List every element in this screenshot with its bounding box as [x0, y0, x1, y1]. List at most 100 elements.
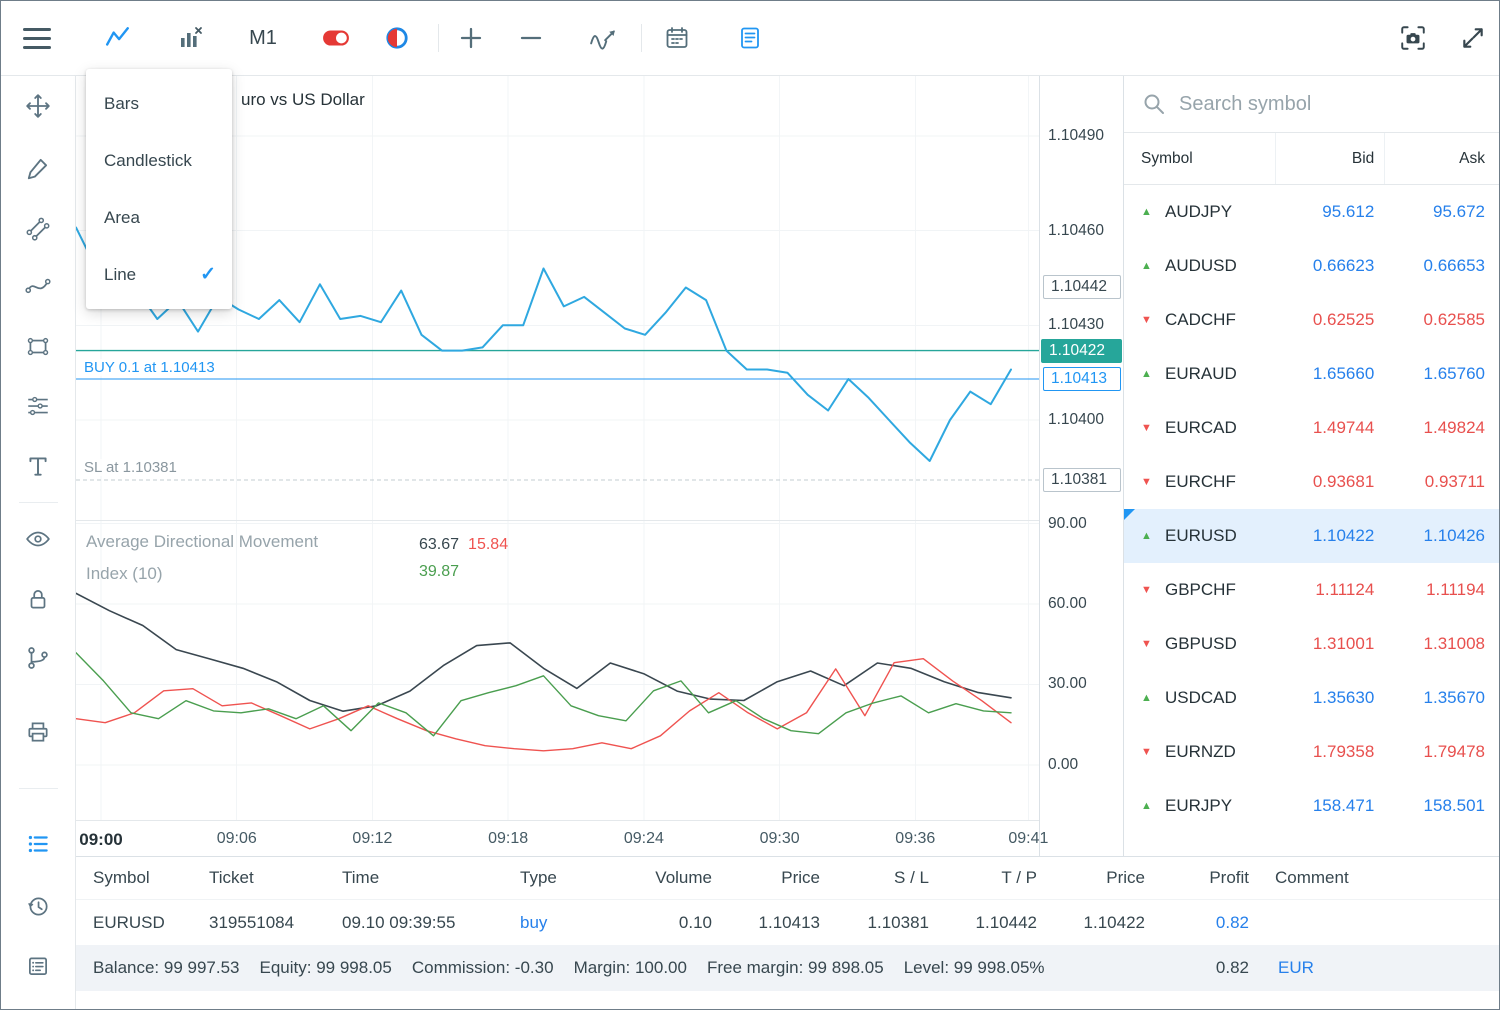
- indicator-wave-icon: [589, 25, 617, 51]
- ask-value: 0.66653: [1384, 256, 1500, 276]
- market-watch-row-usdcad[interactable]: ▲USDCAD1.356301.35670: [1124, 671, 1500, 725]
- screenshot-button[interactable]: [1393, 18, 1433, 58]
- search-symbol-input[interactable]: [1179, 93, 1487, 116]
- bid-value: 1.65660: [1275, 364, 1385, 384]
- col-comment: Comment: [1258, 868, 1500, 888]
- trading-toggle-button[interactable]: [316, 18, 356, 58]
- symbol-name: GBPCHF: [1165, 580, 1236, 600]
- col-time: Time: [316, 868, 501, 888]
- market-watch-row-eurusd[interactable]: ▲EURUSD1.104221.10426: [1124, 509, 1500, 563]
- calendar-icon: [664, 25, 690, 51]
- symbol-cell: ▲EURUSD: [1124, 526, 1275, 546]
- market-depth-button[interactable]: [377, 18, 417, 58]
- chart-type-button[interactable]: [98, 18, 138, 58]
- bid-value: 95.612: [1275, 202, 1385, 222]
- dropdown-item-candlestick[interactable]: Candlestick: [86, 132, 232, 189]
- ask-value: 1.10426: [1384, 526, 1500, 546]
- hamburger-icon: [23, 28, 51, 49]
- ask-value: 0.93711: [1384, 472, 1500, 492]
- up-arrow-icon: ▲: [1141, 800, 1155, 812]
- bid-value: 1.79358: [1275, 742, 1385, 762]
- pane-separator[interactable]: [76, 520, 1123, 521]
- trading-terminal-window: M1: [0, 0, 1500, 1010]
- position-profit: 0.82: [1154, 913, 1258, 933]
- market-watch-row-gbpusd[interactable]: ▼GBPUSD1.310011.31008: [1124, 617, 1500, 671]
- hlines-tool-button[interactable]: [18, 386, 58, 426]
- search-icon: [1142, 92, 1166, 116]
- axis-label-plain: 1.10430: [1040, 314, 1123, 336]
- market-watch-row-eurchf[interactable]: ▼EURCHF0.936810.93711: [1124, 455, 1500, 509]
- buy-position-label[interactable]: BUY 0.1 at 1.10413: [81, 359, 218, 376]
- down-arrow-icon: ▼: [1141, 746, 1155, 758]
- market-watch-row-audjpy[interactable]: ▲AUDJPY95.61295.672: [1124, 185, 1500, 239]
- symbol-cell: ▼EURCAD: [1124, 418, 1275, 438]
- col-price: Price: [721, 868, 829, 888]
- symbol-name: AUDJPY: [1165, 202, 1232, 222]
- brush-tool-button[interactable]: [18, 148, 58, 188]
- dropdown-item-area[interactable]: Area: [86, 189, 232, 246]
- time-axis-label: 09:30: [760, 830, 800, 848]
- symbol-name: EURAUD: [1165, 364, 1237, 384]
- camera-frame-icon: [1399, 24, 1427, 52]
- news-button[interactable]: [730, 18, 770, 58]
- print-button[interactable]: [18, 712, 58, 752]
- shapes-tool-button[interactable]: [18, 326, 58, 366]
- position-row[interactable]: EURUSD 319551084 09.10 09:39:55 buy 0.10…: [76, 900, 1500, 945]
- price-axis[interactable]: 1.104901.104601.104421.104301.104221.104…: [1039, 76, 1123, 856]
- chart-title: uro vs US Dollar: [241, 90, 365, 110]
- lock-button[interactable]: [18, 579, 58, 619]
- time-axis-label: 09:41: [1008, 830, 1048, 848]
- column-ask[interactable]: Ask: [1384, 133, 1500, 184]
- col-volume: Volume: [611, 868, 721, 888]
- crosshair-tool-button[interactable]: [18, 86, 58, 126]
- history-clock-icon: [25, 893, 51, 919]
- stop-loss-label[interactable]: SL at 1.10381: [81, 459, 180, 476]
- bid-value: 0.93681: [1275, 472, 1385, 492]
- timeframe-button[interactable]: M1: [243, 18, 283, 58]
- market-watch-row-audusd[interactable]: ▲AUDUSD0.666230.66653: [1124, 239, 1500, 293]
- curve-tool-button[interactable]: [18, 267, 58, 307]
- main-menu-button[interactable]: [17, 18, 57, 58]
- history-button[interactable]: [18, 886, 58, 926]
- calendar-button[interactable]: [657, 18, 697, 58]
- journal-icon: [25, 953, 51, 979]
- time-axis-label: 09:24: [624, 830, 664, 848]
- axis-label-box: 1.10381: [1043, 468, 1121, 492]
- rectangle-shape-icon: [25, 333, 51, 359]
- zoom-out-button[interactable]: [511, 18, 551, 58]
- down-arrow-icon: ▼: [1141, 476, 1155, 488]
- pencil-icon: [25, 155, 51, 181]
- trade-panel: Symbol Ticket Time Type Volume Price S /…: [76, 856, 1500, 1010]
- branch-icon: [25, 645, 51, 671]
- time-axis-label: 09:36: [895, 830, 935, 848]
- column-bid[interactable]: Bid: [1275, 133, 1385, 184]
- text-tool-button[interactable]: [18, 446, 58, 486]
- col-type: Type: [501, 868, 611, 888]
- indicator-pane[interactable]: [76, 521, 1039, 821]
- lock-icon: [25, 586, 51, 612]
- visibility-button[interactable]: [18, 519, 58, 559]
- market-watch-row-euraud[interactable]: ▲EURAUD1.656601.65760: [1124, 347, 1500, 401]
- market-watch-row-eurjpy[interactable]: ▲EURJPY158.471158.501: [1124, 779, 1500, 833]
- market-watch-row-cadchf[interactable]: ▼CADCHF0.625250.62585: [1124, 293, 1500, 347]
- up-arrow-icon: ▲: [1141, 530, 1155, 542]
- bid-value: 158.471: [1275, 796, 1385, 816]
- market-watch-row-eurnzd[interactable]: ▼EURNZD1.793581.79478: [1124, 725, 1500, 779]
- up-arrow-icon: ▲: [1141, 206, 1155, 218]
- zoom-in-button[interactable]: [451, 18, 491, 58]
- indicators-button[interactable]: [583, 18, 623, 58]
- fullscreen-button[interactable]: [1453, 18, 1493, 58]
- dropdown-item-bars[interactable]: Bars: [86, 75, 232, 132]
- dropdown-item-line[interactable]: Line✓: [86, 246, 232, 303]
- ask-value: 1.65760: [1384, 364, 1500, 384]
- channel-tool-button[interactable]: [18, 208, 58, 248]
- market-watch-row-eurcad[interactable]: ▼EURCAD1.497441.49824: [1124, 401, 1500, 455]
- objects-tree-button[interactable]: [18, 638, 58, 678]
- remove-indicators-button[interactable]: [170, 18, 210, 58]
- time-axis[interactable]: 09:0009:0609:1209:1809:2409:3009:3609:41: [76, 821, 1039, 856]
- ask-value: 1.11194: [1384, 580, 1500, 600]
- journal-button[interactable]: [18, 946, 58, 986]
- time-axis-label: 09:12: [352, 830, 392, 848]
- market-watch-row-gbpchf[interactable]: ▼GBPCHF1.111241.11194: [1124, 563, 1500, 617]
- trade-panel-button[interactable]: [18, 824, 58, 864]
